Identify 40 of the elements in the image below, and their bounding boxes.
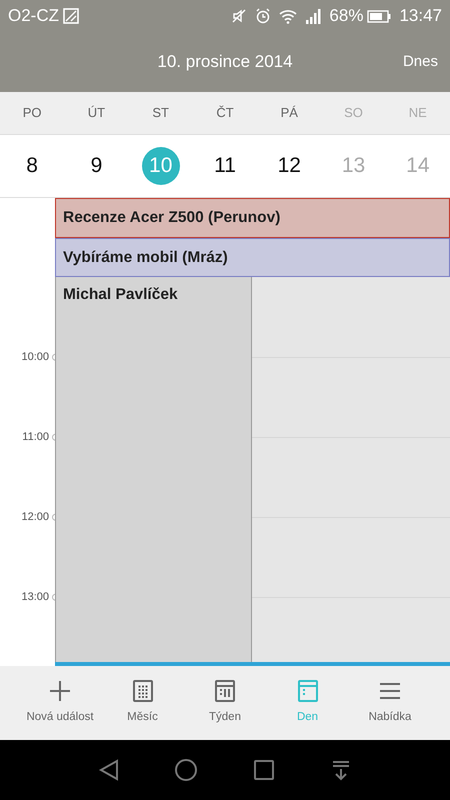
image-icon bbox=[63, 8, 79, 24]
hour-label: 13:00 bbox=[21, 590, 49, 605]
day-number[interactable]: 8 bbox=[13, 147, 52, 185]
hour-label: 11:00 bbox=[22, 430, 49, 445]
carrier-name: O2-CZ bbox=[8, 5, 59, 28]
today-button[interactable]: Dnes bbox=[402, 50, 438, 74]
weekday-label: PO bbox=[22, 104, 42, 122]
event-block[interactable]: Michal Pavlíček bbox=[55, 277, 252, 662]
calendar-grid-icon bbox=[130, 679, 154, 704]
calendar-bars-icon bbox=[213, 679, 237, 704]
day-number[interactable]: 9 bbox=[77, 147, 116, 185]
recent-apps-icon[interactable] bbox=[252, 758, 276, 782]
weekday-label: SO bbox=[344, 104, 363, 122]
battery-icon bbox=[367, 10, 392, 22]
hour-label: 10:00 bbox=[21, 350, 49, 365]
date-title: 10. prosince 2014 bbox=[157, 51, 293, 74]
plus-icon bbox=[48, 679, 72, 704]
alarm-icon bbox=[255, 8, 272, 24]
weekday-label: PÁ bbox=[280, 104, 298, 122]
weekday-label: ČT bbox=[216, 104, 234, 122]
weekday-label: ST bbox=[152, 104, 170, 122]
clock: 13:47 bbox=[399, 5, 442, 28]
wifi-icon bbox=[279, 8, 298, 24]
day-number[interactable]: 12 bbox=[270, 147, 308, 185]
event-block[interactable]: Recenze Acer Z500 (Perunov) bbox=[55, 198, 450, 238]
weekday-label: NE bbox=[408, 104, 427, 122]
battery-percentage: 68% bbox=[329, 5, 364, 28]
mute-icon bbox=[231, 8, 248, 24]
back-icon[interactable] bbox=[96, 758, 121, 782]
nav-tab[interactable]: Nová událost bbox=[20, 679, 100, 727]
day-number[interactable]: 11 bbox=[206, 147, 244, 185]
event-block[interactable]: Vybíráme mobil (Mráz) bbox=[55, 238, 450, 277]
nav-tab[interactable]: Nabídka bbox=[350, 679, 430, 727]
signal-icon bbox=[305, 8, 322, 24]
nav-tab[interactable]: Týden bbox=[185, 679, 265, 727]
calendar-day-icon bbox=[296, 679, 320, 704]
home-icon[interactable] bbox=[174, 758, 198, 782]
nav-tab[interactable]: Měsíc bbox=[102, 679, 182, 727]
weekday-label: ÚT bbox=[88, 104, 106, 122]
hour-label: 12:00 bbox=[21, 510, 49, 525]
